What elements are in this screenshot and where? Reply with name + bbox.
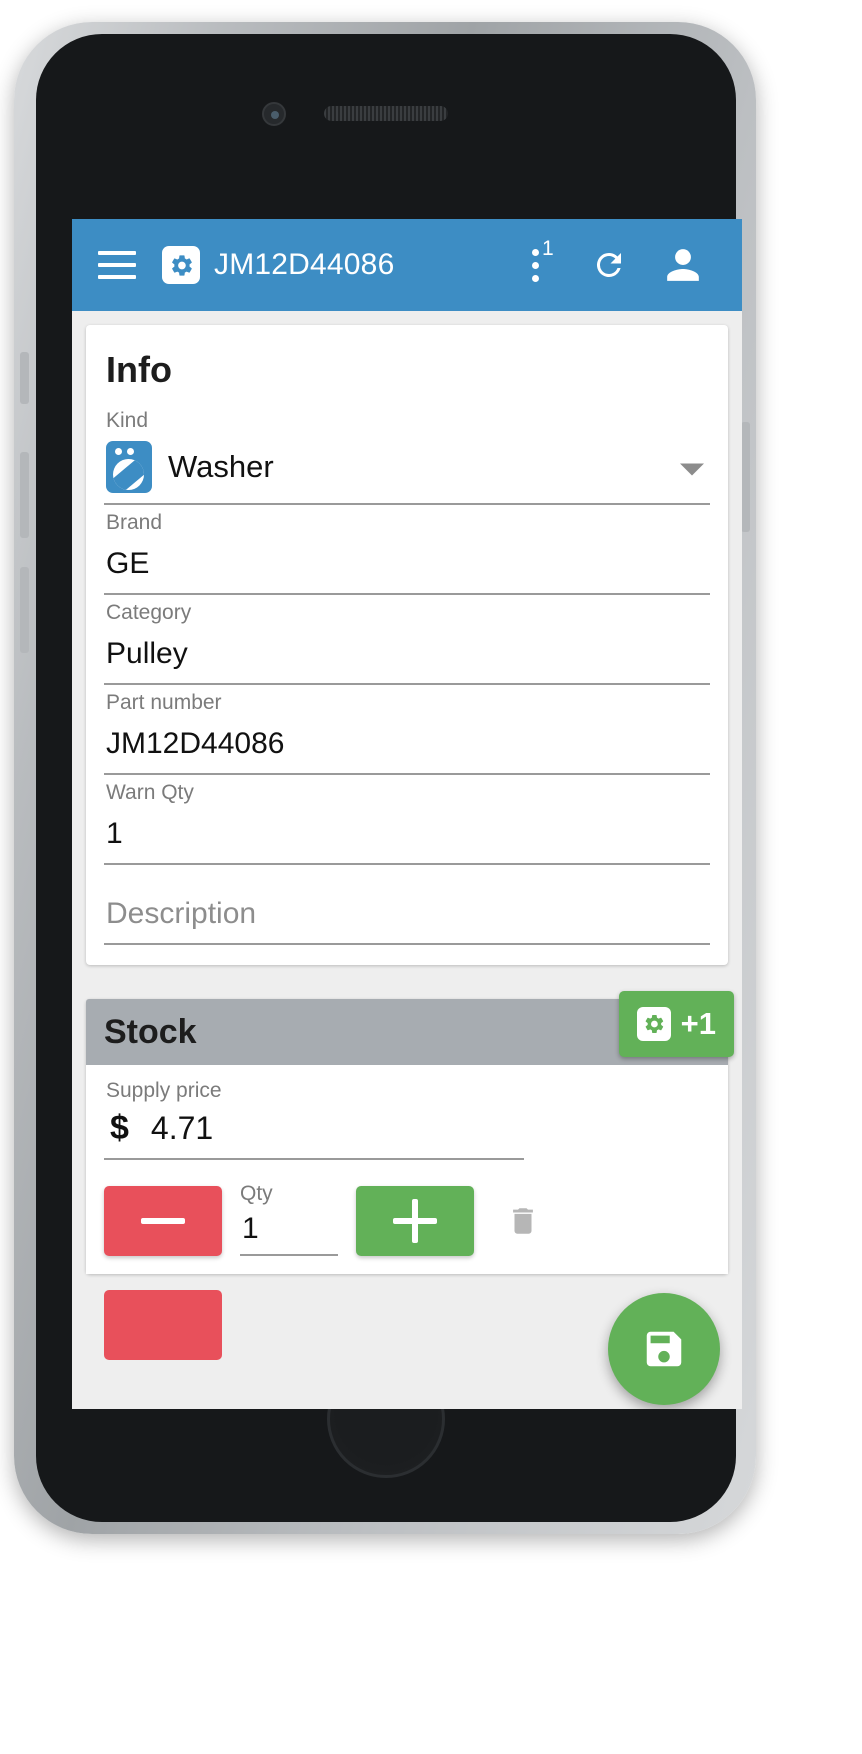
save-icon bbox=[646, 1331, 682, 1367]
field-label-kind: Kind bbox=[106, 409, 149, 432]
qty-stepper-row: Qty 1 bbox=[104, 1182, 710, 1256]
field-category: Category Pulley bbox=[104, 601, 710, 685]
increment-qty-button[interactable] bbox=[356, 1186, 474, 1256]
washer-icon bbox=[106, 441, 152, 493]
app-title-group: JM12D44086 bbox=[162, 246, 498, 284]
phone-body: JM12D44086 1 Info Kind Washer Brand GE C… bbox=[36, 34, 742, 1522]
screenshot-stage: JM12D44086 1 Info Kind Washer Brand GE C… bbox=[0, 0, 862, 1754]
refresh-button[interactable] bbox=[572, 228, 646, 302]
add-stock-label: +1 bbox=[680, 1006, 716, 1041]
category-input[interactable]: Pulley bbox=[104, 627, 710, 685]
supply-price-field[interactable]: $ 4.71 bbox=[104, 1103, 524, 1160]
stock-card-body: Supply price $ 4.71 Qty 1 bbox=[86, 1065, 728, 1274]
trash-icon bbox=[513, 1208, 533, 1234]
supply-price-label: Supply price bbox=[106, 1079, 222, 1102]
field-label-part-number: Part number bbox=[106, 691, 222, 714]
field-warn-qty: Warn Qty 1 bbox=[104, 781, 710, 865]
volume-up-button[interactable] bbox=[20, 452, 29, 538]
add-stock-button[interactable]: +1 bbox=[618, 991, 734, 1057]
info-card: Info Kind Washer Brand GE Category Pulle… bbox=[86, 325, 728, 965]
warn-qty-input[interactable]: 1 bbox=[104, 807, 710, 865]
stock-card: Stock +1 Supply price $ 4.71 Qty 1 bbox=[86, 991, 734, 1274]
silent-switch[interactable] bbox=[20, 352, 29, 404]
stock-card-title: Stock bbox=[104, 1012, 197, 1051]
overflow-badge: 1 bbox=[542, 237, 554, 260]
delete-stock-button[interactable] bbox=[492, 1186, 554, 1256]
save-button[interactable] bbox=[608, 1293, 720, 1405]
qty-input[interactable]: 1 bbox=[240, 1208, 338, 1256]
minus-icon bbox=[141, 1218, 185, 1224]
person-icon bbox=[667, 249, 699, 281]
field-label-brand: Brand bbox=[106, 511, 163, 534]
account-button[interactable] bbox=[646, 228, 720, 302]
next-row-decrement-button[interactable] bbox=[104, 1290, 222, 1360]
field-part-number: Part number JM12D44086 bbox=[104, 691, 710, 775]
three-dots-icon bbox=[531, 248, 539, 282]
hamburger-menu-icon[interactable] bbox=[98, 251, 136, 279]
page-title: JM12D44086 bbox=[214, 248, 395, 281]
brand-input[interactable]: GE bbox=[104, 537, 710, 595]
phone-frame: JM12D44086 1 Info Kind Washer Brand GE C… bbox=[14, 22, 756, 1534]
app-screen: JM12D44086 1 Info Kind Washer Brand GE C… bbox=[72, 219, 742, 1409]
field-kind: Kind Washer bbox=[104, 409, 710, 505]
scroll-content[interactable]: Info Kind Washer Brand GE Category Pulle… bbox=[72, 325, 742, 1409]
power-button[interactable] bbox=[741, 422, 750, 532]
qty-field: Qty 1 bbox=[240, 1182, 338, 1256]
field-brand: Brand GE bbox=[104, 511, 710, 595]
gear-icon bbox=[636, 1007, 671, 1041]
front-camera-icon bbox=[262, 102, 286, 126]
part-number-input[interactable]: JM12D44086 bbox=[104, 717, 710, 775]
supply-price-input[interactable]: 4.71 bbox=[151, 1110, 213, 1147]
qty-label: Qty bbox=[240, 1182, 273, 1205]
refresh-icon bbox=[596, 252, 621, 277]
field-label-warn-qty: Warn Qty bbox=[106, 781, 194, 804]
field-description: Description bbox=[104, 887, 710, 945]
overflow-menu-button[interactable]: 1 bbox=[498, 228, 572, 302]
plus-icon bbox=[393, 1199, 437, 1243]
chevron-down-icon bbox=[680, 463, 704, 476]
description-input[interactable]: Description bbox=[104, 887, 710, 945]
currency-symbol: $ bbox=[110, 1109, 129, 1147]
kind-dropdown[interactable]: Washer bbox=[104, 435, 710, 505]
volume-down-button[interactable] bbox=[20, 567, 29, 653]
kind-value: Washer bbox=[168, 449, 274, 484]
earpiece-speaker bbox=[324, 106, 448, 121]
decrement-qty-button[interactable] bbox=[104, 1186, 222, 1256]
info-card-title: Info bbox=[106, 349, 172, 390]
app-bar-actions: 1 bbox=[498, 228, 720, 302]
gear-icon bbox=[162, 246, 200, 284]
app-bar: JM12D44086 1 bbox=[72, 219, 742, 311]
field-label-category: Category bbox=[106, 601, 192, 624]
